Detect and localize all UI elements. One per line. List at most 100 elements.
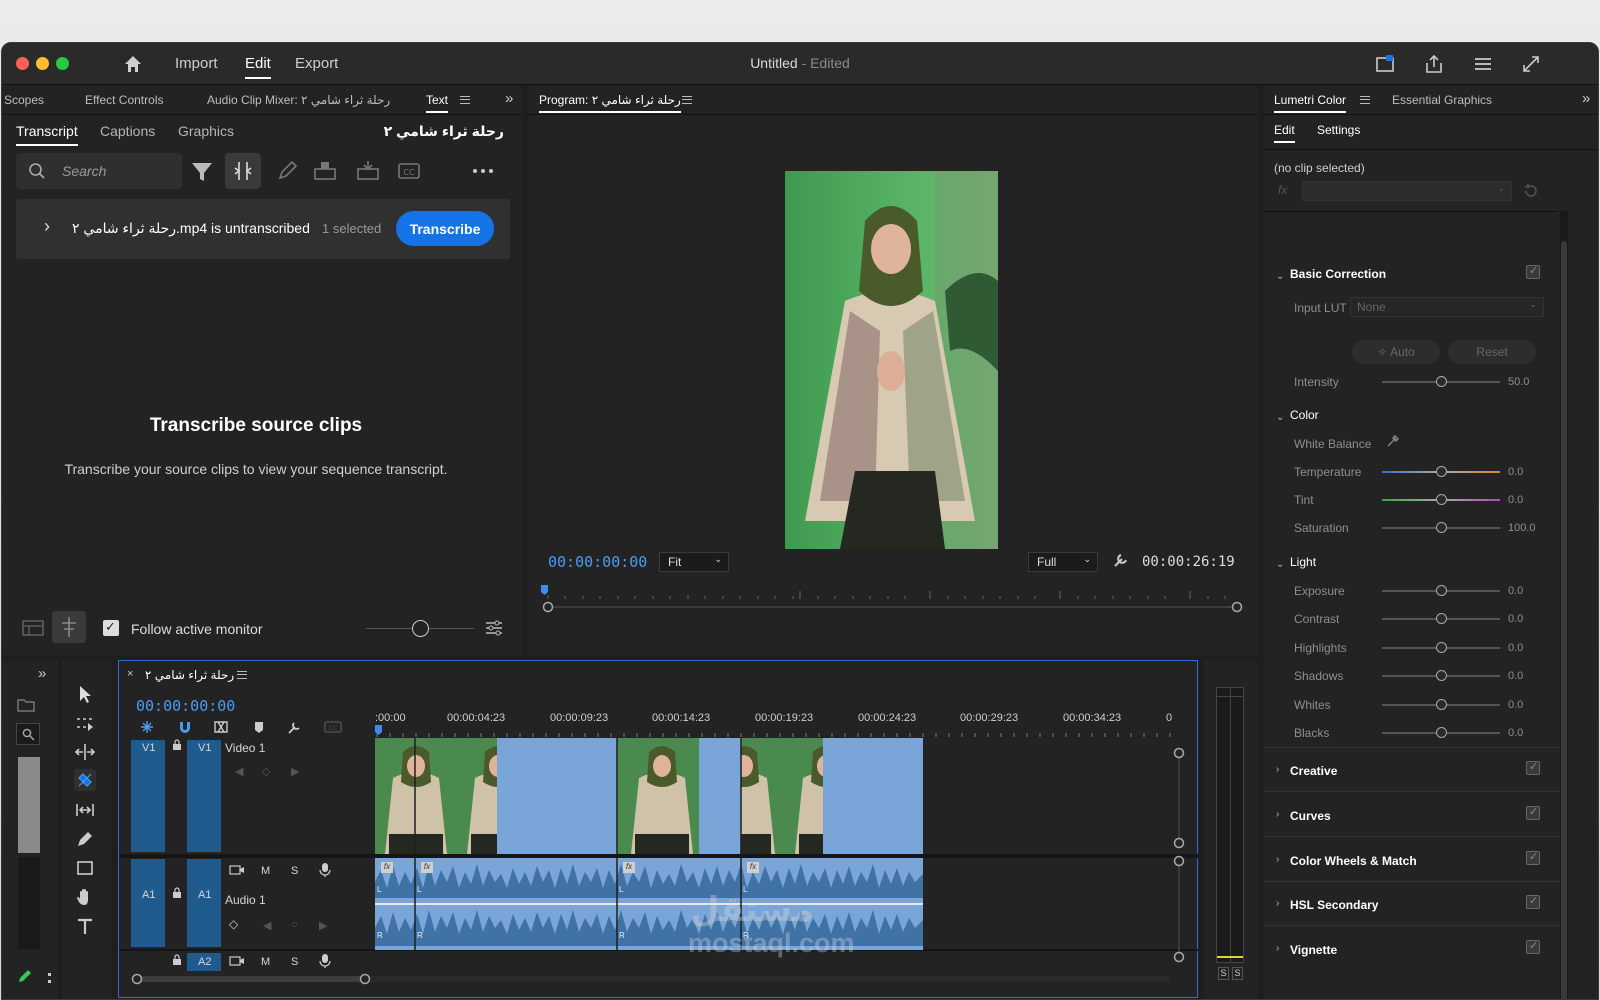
pen-tool-icon[interactable] — [74, 828, 96, 850]
slider-knob[interactable] — [1436, 494, 1447, 505]
program-monitor-title[interactable]: Program: رحلة ثراء شامي ٢ — [539, 93, 681, 113]
clip-thumbnail[interactable] — [18, 757, 40, 853]
curves-header[interactable]: Curves — [1290, 809, 1331, 823]
zoom-slider[interactable] — [366, 620, 474, 637]
slider-knob[interactable] — [1436, 466, 1447, 477]
intensity-value[interactable]: 50.0 — [1508, 376, 1529, 388]
panel-menu-icon[interactable] — [460, 96, 470, 104]
settings-sliders-icon[interactable] — [483, 617, 505, 639]
whites-value[interactable]: 0.0 — [1508, 699, 1523, 711]
filter-icon[interactable] — [184, 153, 220, 189]
sequence-menu-icon[interactable] — [237, 671, 247, 679]
clip-thumbnail[interactable] — [18, 857, 40, 949]
reset-button[interactable]: Reset — [1448, 340, 1536, 364]
lock-track-icon[interactable] — [171, 887, 183, 899]
type-tool-icon[interactable] — [74, 915, 96, 937]
subtab-settings[interactable]: Settings — [1317, 123, 1360, 137]
slider-knob[interactable] — [1436, 642, 1447, 653]
solo-track-button[interactable]: S — [291, 956, 298, 968]
slider-knob[interactable] — [1436, 727, 1447, 738]
color-wheels-header[interactable]: Color Wheels & Match — [1290, 854, 1417, 868]
overwrite-icon[interactable] — [350, 153, 386, 189]
color-wheels-checkbox[interactable]: ✓ — [1526, 851, 1540, 865]
transcribe-button[interactable]: Transcribe — [396, 211, 494, 246]
playback-resolution-dropdown[interactable]: Full ⌄ — [1028, 552, 1098, 572]
whites-slider[interactable] — [1382, 699, 1500, 710]
voiceover-record-settings-icon[interactable] — [229, 864, 245, 876]
project-search-field[interactable] — [16, 723, 40, 745]
shadows-value[interactable]: 0.0 — [1508, 670, 1523, 682]
next-keyframe-icon[interactable]: ▶ — [291, 765, 299, 778]
video-track-clips[interactable] — [375, 738, 925, 854]
prev-keyframe-icon[interactable]: ◀ — [235, 765, 243, 778]
contrast-value[interactable]: 0.0 — [1508, 613, 1523, 625]
more-options-icon[interactable] — [465, 153, 501, 189]
microphone-icon[interactable] — [319, 862, 331, 878]
overflow-tabs-icon[interactable]: » — [505, 90, 513, 107]
creative-checkbox[interactable]: ✓ — [1526, 761, 1540, 775]
quick-export-icon[interactable] — [1374, 53, 1396, 75]
subtab-captions[interactable]: Captions — [100, 123, 155, 139]
vignette-header[interactable]: Vignette — [1290, 943, 1337, 957]
add-keyframe-icon[interactable]: ◇ — [262, 765, 270, 778]
lock-track-icon[interactable] — [171, 954, 183, 966]
v1-target-toggle[interactable]: V1 — [187, 740, 221, 852]
rectangle-tool-icon[interactable] — [74, 857, 96, 879]
transcript-search-input[interactable]: Search — [16, 153, 182, 189]
snap-magnet-icon[interactable] — [177, 719, 193, 735]
sequence-tab[interactable]: رحلة ثراء شامي ٢ — [145, 668, 234, 682]
v1-source-patch[interactable]: V1 — [131, 740, 165, 852]
mute-track-button[interactable]: M — [261, 865, 270, 877]
curves-checkbox[interactable]: ✓ — [1526, 806, 1540, 820]
tab-essential-graphics[interactable]: Essential Graphics — [1392, 93, 1492, 107]
expand-chevron-icon[interactable]: › — [1276, 854, 1279, 865]
microphone-icon[interactable] — [319, 953, 331, 969]
horizontal-zoom-scrollbar[interactable] — [129, 971, 1179, 987]
tab-audio-clip-mixer[interactable]: Audio Clip Mixer: رحلة ثراء شامي ٢ — [207, 93, 390, 107]
basic-correction-checkbox[interactable]: ✓ — [1526, 265, 1540, 279]
expand-chevron-icon[interactable]: › — [1276, 809, 1279, 820]
fullscreen-icon[interactable] — [1520, 53, 1542, 75]
subtab-transcript[interactable]: Transcript — [16, 123, 78, 146]
input-lut-dropdown[interactable]: None ⌄ — [1350, 297, 1544, 317]
lumetri-scroll-thumb[interactable] — [1561, 241, 1567, 999]
split-segment-icon[interactable] — [225, 153, 261, 189]
blacks-value[interactable]: 0.0 — [1508, 727, 1523, 739]
program-menu-icon[interactable] — [682, 96, 692, 104]
slider-knob[interactable] — [1436, 699, 1447, 710]
tab-scopes[interactable]: Scopes — [4, 93, 44, 107]
subtab-graphics[interactable]: Graphics — [178, 123, 234, 139]
follow-active-monitor-checkbox[interactable]: ✓ — [103, 619, 119, 636]
vignette-checkbox[interactable]: ✓ — [1526, 940, 1540, 954]
overflow-tabs-icon[interactable]: » — [1582, 90, 1590, 107]
expand-chevron-icon[interactable]: › — [44, 216, 50, 237]
subtab-edit[interactable]: Edit — [1274, 123, 1295, 143]
add-keyframe-icon[interactable]: ◇ — [229, 917, 238, 931]
lock-track-icon[interactable] — [171, 739, 183, 751]
nest-sequence-icon[interactable] — [139, 719, 155, 735]
edit-pencil-icon[interactable] — [269, 153, 305, 189]
saturation-slider[interactable] — [1382, 522, 1500, 533]
share-icon[interactable] — [1423, 53, 1445, 75]
eyedropper-icon[interactable] — [1385, 433, 1401, 449]
highlights-value[interactable]: 0.0 — [1508, 642, 1523, 654]
linked-selection-icon[interactable] — [213, 719, 229, 735]
expand-chevron-icon[interactable]: › — [1276, 898, 1279, 909]
tint-slider[interactable] — [1382, 494, 1500, 505]
vertical-zoom-scrollbar[interactable] — [1171, 745, 1187, 975]
lumetri-menu-icon[interactable] — [1360, 96, 1370, 104]
program-time-ruler[interactable] — [540, 579, 1248, 613]
ripple-edit-tool-icon[interactable] — [74, 741, 96, 763]
insert-icon[interactable] — [307, 153, 343, 189]
razor-tool-icon[interactable] — [74, 769, 96, 791]
reset-effect-icon[interactable] — [1522, 182, 1540, 200]
solo-right-button[interactable]: S — [1232, 967, 1243, 980]
track-select-tool-icon[interactable] — [74, 712, 96, 734]
wrench-icon[interactable] — [1112, 551, 1130, 569]
tab-effect-controls[interactable]: Effect Controls — [85, 93, 163, 107]
fit-dropdown[interactable]: Fit ⌄ — [659, 552, 729, 572]
add-keyframe-icon[interactable]: ○ — [291, 919, 298, 931]
fx-badge[interactable]: fx — [421, 862, 433, 873]
exposure-value[interactable]: 0.0 — [1508, 585, 1523, 597]
fx-badge[interactable]: fx — [381, 862, 393, 873]
